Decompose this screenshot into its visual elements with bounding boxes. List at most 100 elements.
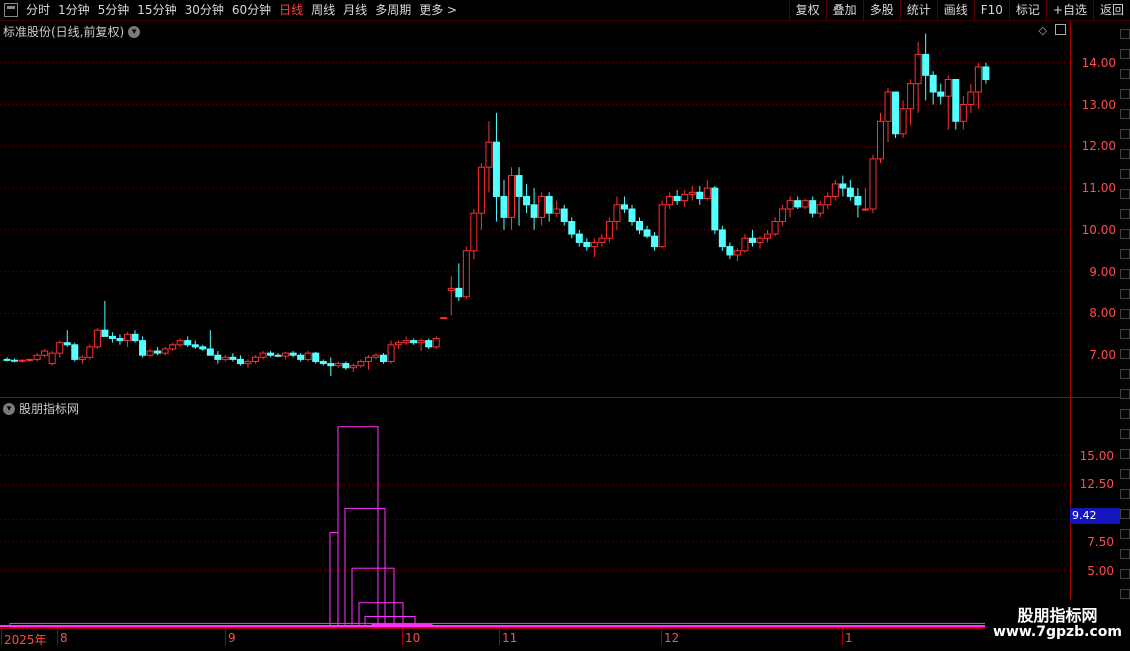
price-tick-label: 13.00 — [1082, 98, 1116, 112]
side-strip-cell — [1120, 509, 1130, 519]
candle-body — [569, 222, 575, 235]
candle-body — [659, 205, 665, 247]
candle-body — [441, 318, 447, 319]
side-info-strip[interactable] — [1120, 21, 1130, 628]
candle-body — [524, 196, 530, 204]
indicator-tick-label: 7.50 — [1087, 535, 1114, 549]
candle-body — [682, 194, 688, 200]
candle-body — [177, 341, 183, 345]
candle-body — [79, 357, 85, 359]
candle-body — [396, 343, 402, 345]
candle-body — [478, 167, 484, 213]
side-strip-cell — [1120, 309, 1130, 319]
candle-body — [667, 196, 673, 204]
candle-body — [727, 247, 733, 255]
candle-body — [411, 341, 417, 343]
side-strip-cell — [1120, 469, 1130, 479]
candle-body — [840, 184, 846, 188]
candle-body — [960, 105, 966, 122]
watermark-url: www.7gpzb.com — [985, 624, 1130, 640]
candle-body — [712, 188, 718, 230]
candle-body — [780, 209, 786, 222]
candle-body — [237, 359, 243, 363]
candle-body — [433, 339, 439, 347]
candle-body — [825, 196, 831, 204]
side-strip-cell — [1120, 489, 1130, 499]
side-strip-cell — [1120, 429, 1130, 439]
candle-body — [772, 222, 778, 235]
candle-body — [817, 205, 823, 213]
candle-body — [72, 345, 78, 360]
side-strip-cell — [1120, 549, 1130, 559]
side-strip-cell — [1120, 449, 1130, 459]
side-strip-cell — [1120, 529, 1130, 539]
candle-body — [87, 347, 93, 357]
candle-body — [652, 236, 658, 246]
candle-body — [49, 353, 55, 363]
candle-body — [795, 201, 801, 207]
candle-body — [102, 330, 108, 336]
candle-body — [877, 121, 883, 159]
candle-body — [968, 92, 974, 105]
candle-body — [629, 209, 635, 222]
watermark: 股朋指标网 www.7gpzb.com — [985, 600, 1130, 650]
candle-body — [471, 213, 477, 251]
candle-body — [463, 251, 469, 297]
indicator-bar — [338, 427, 378, 627]
candle-body — [915, 54, 921, 83]
candle-body — [192, 345, 198, 347]
indicator-bar — [330, 533, 338, 627]
candle-body — [132, 334, 138, 340]
side-strip-cell — [1120, 29, 1130, 39]
side-strip-cell — [1120, 409, 1130, 419]
time-tick — [225, 629, 226, 645]
time-tick — [57, 629, 58, 645]
chart-canvas[interactable] — [0, 0, 1120, 628]
candle-body — [787, 201, 793, 209]
candle-body — [4, 359, 10, 360]
candle-body — [381, 355, 387, 361]
indicator-bar — [352, 568, 394, 627]
candle-body — [862, 209, 868, 210]
candle-body — [418, 341, 424, 343]
candle-body — [704, 188, 710, 198]
time-tick — [842, 629, 843, 645]
candle-body — [185, 341, 191, 345]
side-strip-cell — [1120, 49, 1130, 59]
side-strip-cell — [1120, 89, 1130, 99]
side-strip-cell — [1120, 389, 1130, 399]
candle-body — [885, 92, 891, 121]
candle-body — [19, 360, 25, 361]
candle-body — [57, 343, 63, 353]
candle-body — [546, 196, 552, 213]
candle-body — [215, 355, 221, 359]
candle-body — [207, 349, 213, 355]
candle-body — [298, 355, 304, 359]
candle-body — [509, 176, 515, 218]
indicator-tick-label: 12.50 — [1080, 477, 1114, 491]
price-tick-label: 7.00 — [1089, 348, 1116, 362]
candle-body — [802, 201, 808, 207]
candle-body — [870, 159, 876, 209]
side-strip-cell — [1120, 69, 1130, 79]
candle-body — [953, 79, 959, 121]
candle-body — [162, 349, 168, 353]
candle-body — [305, 353, 311, 359]
candle-body — [900, 109, 906, 134]
candle-body — [621, 205, 627, 209]
price-tick-label: 9.00 — [1089, 265, 1116, 279]
time-axis: 2025年891011121 — [0, 628, 1120, 651]
candle-body — [222, 357, 228, 359]
candle-body — [501, 196, 507, 217]
time-tick — [1, 629, 2, 645]
candle-body — [719, 230, 725, 247]
time-tick — [402, 629, 403, 645]
candle-body — [493, 142, 499, 196]
candle-body — [343, 364, 349, 368]
candle-body — [908, 84, 914, 109]
price-tick-label: 11.00 — [1082, 181, 1116, 195]
candle-body — [200, 347, 206, 349]
candle-body — [388, 345, 394, 362]
candle-body — [155, 351, 161, 353]
side-strip-cell — [1120, 229, 1130, 239]
